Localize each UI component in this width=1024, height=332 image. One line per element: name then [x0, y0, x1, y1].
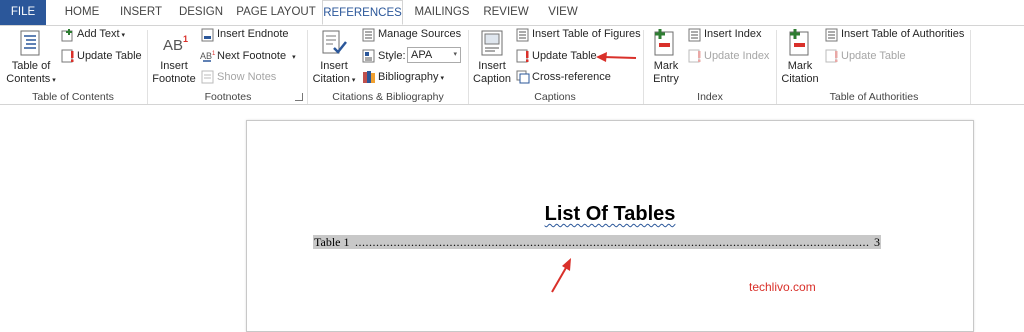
- arrow-icon: [551, 258, 571, 293]
- annotation-overlay: [551, 52, 637, 293]
- arrow-icon: [596, 52, 637, 62]
